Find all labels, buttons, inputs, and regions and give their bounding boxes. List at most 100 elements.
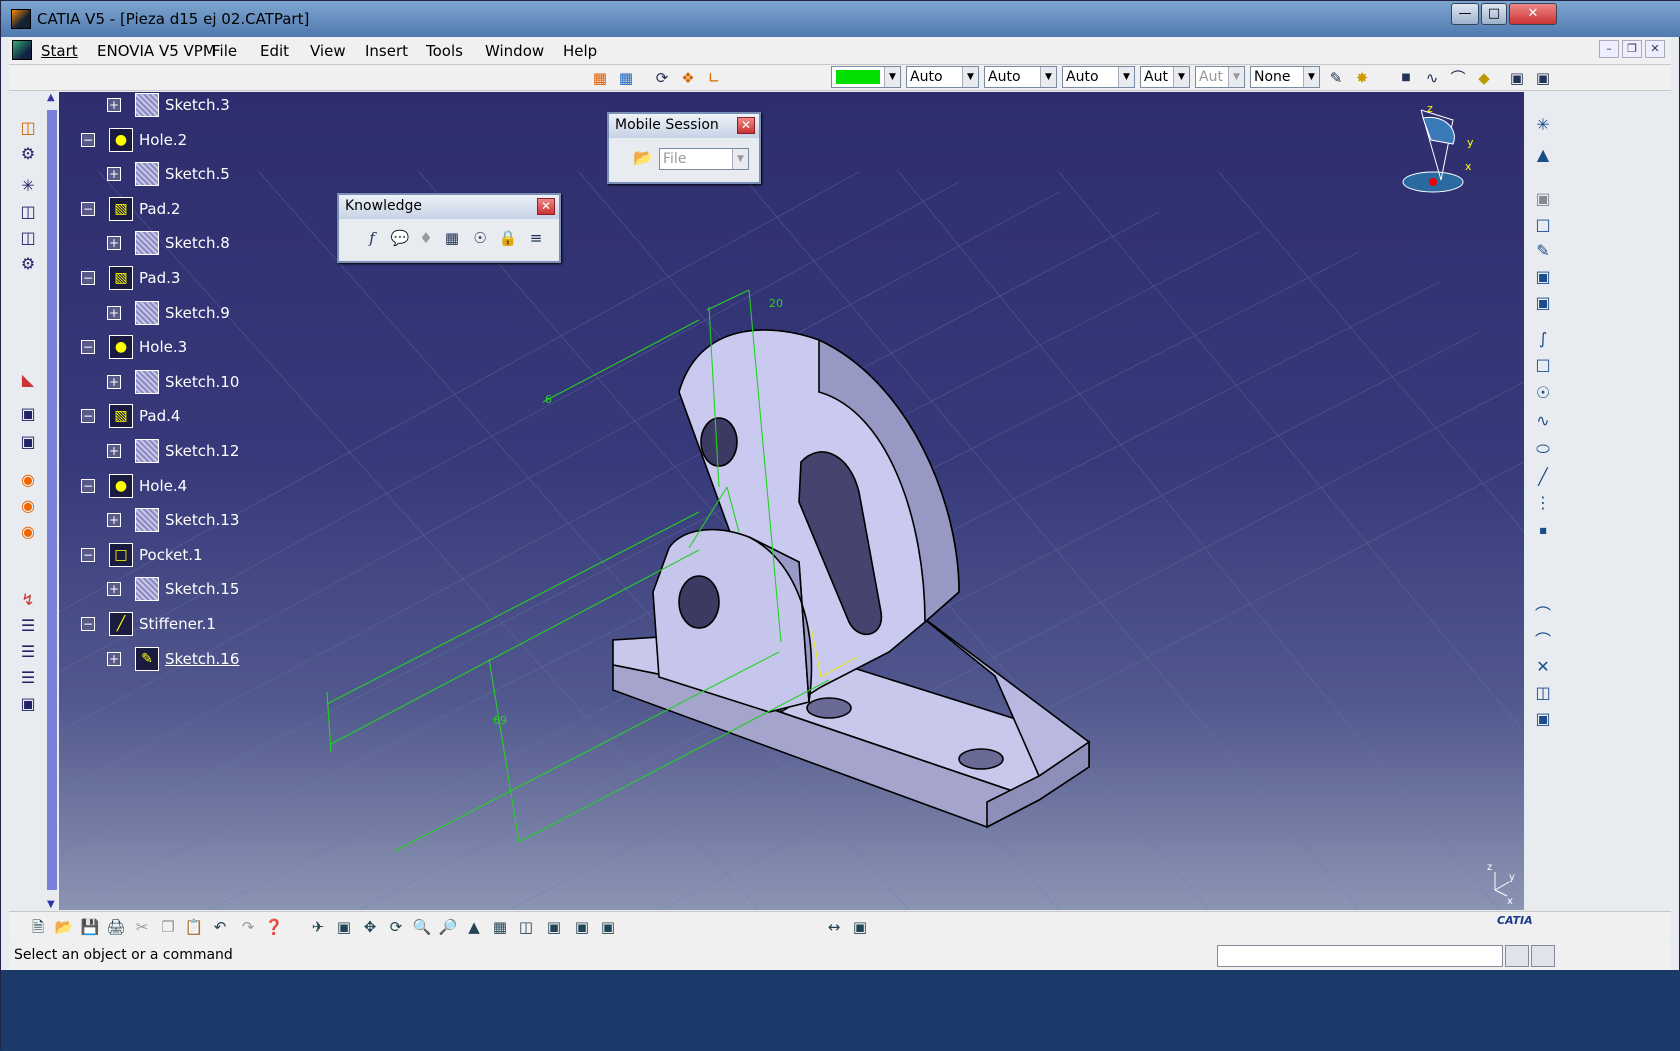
sketch-icon[interactable]: ✳ — [16, 174, 40, 198]
comment-icon[interactable]: 💬 — [389, 227, 411, 249]
pad-icon[interactable]: ◫ — [16, 116, 40, 140]
export-icon[interactable]: ▲ — [1532, 144, 1554, 166]
menu-tools[interactable]: Tools — [426, 42, 463, 60]
menu-file[interactable]: File — [212, 42, 237, 60]
expand-icon[interactable]: + — [107, 444, 121, 458]
expand-icon[interactable]: + — [107, 374, 121, 389]
paste-icon[interactable]: 📋 — [183, 916, 205, 938]
expand-icon[interactable]: + — [107, 98, 121, 112]
point-combo[interactable]: Aut ▼ — [1140, 66, 1190, 88]
fly-mode-icon[interactable]: ✈ — [307, 916, 329, 938]
menu-view[interactable]: View — [310, 42, 346, 60]
measure-item-icon[interactable]: ▣ — [849, 916, 871, 938]
dimension-20[interactable]: 20 — [769, 297, 783, 310]
save-icon[interactable]: 💾 — [79, 916, 101, 938]
spline-icon[interactable]: ∿ — [1532, 410, 1554, 432]
rotate-icon[interactable]: ⟳ — [385, 916, 407, 938]
shaft-icon[interactable]: ⚙ — [16, 142, 40, 166]
doc-minimize-button[interactable]: – — [1599, 40, 1619, 58]
pan-icon[interactable]: ✥ — [359, 916, 381, 938]
dimension-69[interactable]: 69 — [493, 714, 507, 727]
minimize-button[interactable]: — — [1451, 3, 1479, 25]
axis-icon[interactable]: ⋮ — [1532, 492, 1554, 514]
collapse-icon[interactable]: − — [81, 478, 95, 493]
constraint-icon[interactable]: ❖ — [677, 67, 699, 89]
shading-icon[interactable]: ▣ — [543, 916, 565, 938]
corner-icon[interactable]: ⌒ — [1532, 604, 1554, 626]
menu-enovia[interactable]: ENOVIA V5 VPM — [97, 42, 216, 60]
open-icon[interactable]: 📂 — [53, 916, 75, 938]
formula-icon[interactable]: f — [361, 227, 383, 249]
zoom-out-icon[interactable]: 🔎 — [437, 916, 459, 938]
trim-icon[interactable]: ✕ — [1532, 656, 1554, 678]
analysis-icon[interactable]: ☰ — [16, 640, 40, 664]
collapse-icon[interactable]: − — [81, 271, 95, 285]
dimension-6[interactable]: 6 — [545, 393, 552, 406]
line-icon[interactable]: ╱ — [1532, 466, 1554, 488]
multi-view-icon[interactable]: ▦ — [489, 916, 511, 938]
swap-space-icon[interactable]: ▣ — [597, 916, 619, 938]
hide-show-icon[interactable]: ▣ — [571, 916, 593, 938]
menu-window[interactable]: Window — [485, 42, 544, 60]
3d-viewport[interactable]: 20 6 69 z y x z y x — [59, 92, 1524, 910]
knowledge-toolbar[interactable]: Knowledge ✕ f 💬 ♦ ▦ ☉ 🔒 ≡ — [337, 193, 561, 263]
expand-icon[interactable]: + — [107, 167, 121, 182]
zoom-in-icon[interactable]: 🔍 — [411, 916, 433, 938]
expand-icon[interactable]: + — [107, 236, 121, 251]
command-input[interactable] — [1217, 945, 1503, 967]
whats-this-icon[interactable]: ❓ — [263, 916, 285, 938]
collapse-icon[interactable]: − — [81, 617, 95, 631]
ellipse-icon[interactable]: ⬭ — [1532, 438, 1554, 460]
point-icon[interactable]: ■ — [1395, 67, 1417, 89]
painter-icon[interactable]: ✎ — [1325, 67, 1347, 89]
split-icon[interactable]: ▣ — [16, 402, 40, 426]
collapse-icon[interactable]: − — [81, 409, 95, 424]
profile-icon[interactable]: □ — [1532, 214, 1554, 236]
table-icon[interactable]: ☰ — [16, 666, 40, 690]
hybrid-icon[interactable]: ◆ — [1473, 67, 1495, 89]
apply-material-icon[interactable]: ▣ — [16, 692, 40, 716]
scroll-thumb[interactable] — [47, 110, 57, 890]
menu-insert[interactable]: Insert — [365, 42, 408, 60]
transparency-combo[interactable]: Auto ▼ — [906, 66, 979, 88]
properties-icon[interactable]: ✸ — [1351, 67, 1373, 89]
measure-icon[interactable]: ☰ — [16, 614, 40, 638]
fit-all-icon[interactable]: ▣ — [333, 916, 355, 938]
mobile-session-toolbar[interactable]: Mobile Session ✕ 📂 File ▼ — [607, 112, 761, 184]
color-combo[interactable]: ▼ — [831, 66, 901, 88]
doc-restore-button[interactable]: ❐ — [1622, 40, 1642, 58]
knowledge-tree-icon[interactable]: ☉ — [469, 227, 491, 249]
menu-edit[interactable]: Edit — [260, 42, 289, 60]
close-icon[interactable]: ✕ — [737, 117, 755, 134]
snap-grid-icon[interactable]: ▦ — [615, 67, 637, 89]
mirror-icon[interactable]: ◫ — [1532, 682, 1554, 704]
collapse-icon[interactable]: − — [81, 547, 95, 562]
transform-icon[interactable]: ▣ — [1532, 292, 1554, 314]
command-button[interactable] — [1505, 945, 1529, 967]
stiffener-icon[interactable]: ◣ — [16, 368, 40, 392]
cutting-plane-icon[interactable]: ✎ — [1532, 240, 1554, 262]
scroll-up-icon[interactable]: ▲ — [47, 92, 55, 103]
lock-icon[interactable]: 🔒 — [497, 227, 519, 249]
project-icon[interactable]: ▣ — [1532, 708, 1554, 730]
collapse-icon[interactable]: − — [81, 201, 95, 216]
profile-line-icon[interactable]: ∫ — [1532, 328, 1554, 350]
grid-icon[interactable]: ▦ — [589, 67, 611, 89]
boolean-icon[interactable]: ↯ — [16, 588, 40, 612]
exit-workbench-icon[interactable]: ✳ — [1532, 114, 1554, 136]
expand-icon[interactable]: + — [107, 513, 121, 528]
measure-between-icon[interactable]: ↔ — [823, 916, 845, 938]
mechanical-part[interactable] — [612, 329, 1091, 829]
dimension-icon[interactable]: ∟ — [703, 67, 725, 89]
design-table-icon[interactable]: ▦ — [441, 227, 463, 249]
menu-help[interactable]: Help — [563, 42, 597, 60]
rectangle-icon[interactable]: □ — [1532, 354, 1554, 376]
scroll-down-icon[interactable]: ▼ — [47, 899, 55, 910]
doc-close-button[interactable]: ✕ — [1645, 40, 1665, 58]
collapse-icon[interactable]: − — [81, 340, 95, 355]
thickness-combo[interactable]: Auto ▼ — [1062, 66, 1135, 88]
compass-icon[interactable]: z y x — [1401, 100, 1481, 200]
point-icon[interactable]: ■ — [1532, 520, 1554, 542]
menu-start[interactable]: Start — [41, 42, 78, 60]
maximize-button[interactable]: □ — [1481, 3, 1507, 25]
